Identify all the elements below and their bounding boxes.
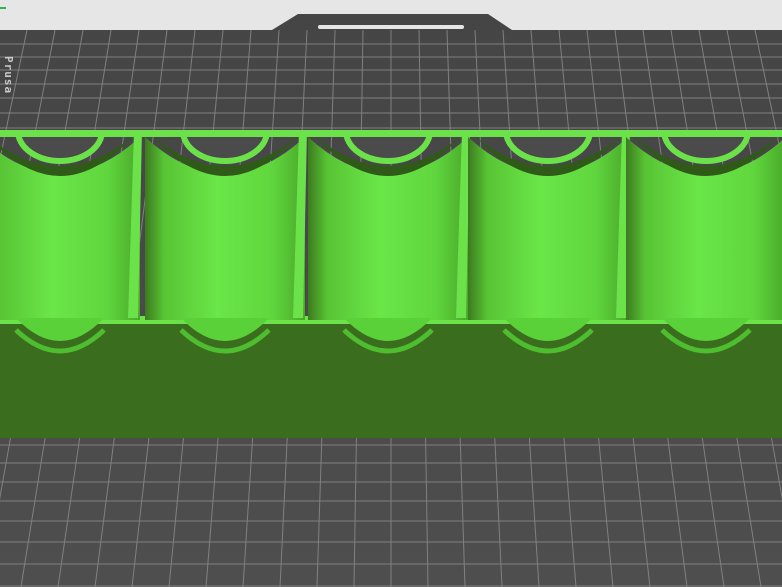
slot-cup	[308, 137, 468, 320]
3d-viewport[interactable]: Prusa	[0, 0, 782, 587]
slot-cup	[468, 137, 628, 320]
slot-cup	[626, 137, 782, 320]
model-slots	[0, 130, 782, 354]
battery-holder-model[interactable]	[0, 0, 782, 587]
slot-cup	[145, 137, 305, 320]
